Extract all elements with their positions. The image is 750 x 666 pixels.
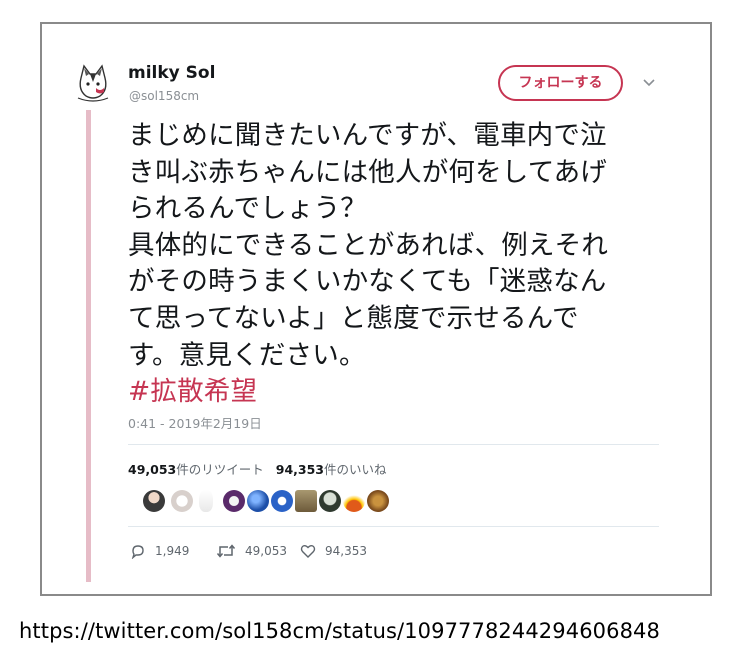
- liker-avatar[interactable]: [223, 490, 245, 512]
- reply-count: 1,949: [155, 544, 190, 558]
- divider: [128, 526, 659, 527]
- reply-button[interactable]: 1,949: [130, 543, 189, 559]
- liker-avatar[interactable]: [367, 490, 389, 512]
- tweet-line: がその時うまくいかなくても「迷惑なん: [128, 266, 607, 298]
- tweet-line: まじめに聞きたいんですが、電車内で泣: [128, 120, 607, 151]
- chevron-down-icon[interactable]: [643, 78, 655, 88]
- divider: [128, 444, 659, 445]
- engagement-stats: 49,053件のリツイート 94,353件のいいね: [128, 459, 387, 478]
- retweet-icon: [216, 544, 236, 558]
- follow-button[interactable]: フォローする: [498, 65, 623, 101]
- user-handle[interactable]: @sol158cm: [129, 89, 199, 103]
- likes-label[interactable]: 件のいいね: [324, 462, 387, 477]
- liker-avatar[interactable]: [343, 490, 365, 512]
- tweet-line: 具体的にできることがあれば、例えそれ: [128, 229, 609, 261]
- liker-avatar[interactable]: [247, 490, 269, 512]
- reply-icon: [131, 545, 144, 559]
- likes-count[interactable]: 94,353: [276, 462, 324, 477]
- liker-avatar[interactable]: [271, 490, 293, 512]
- like-count: 94,353: [325, 544, 367, 558]
- avatar[interactable]: [76, 64, 110, 102]
- like-button[interactable]: 94,353: [300, 543, 367, 559]
- thread-line: [86, 110, 91, 582]
- liker-avatar[interactable]: [295, 490, 317, 512]
- retweets-label[interactable]: 件のリツイート: [176, 462, 264, 477]
- liker-avatar[interactable]: [199, 490, 213, 512]
- cat-avatar-icon: [77, 64, 109, 102]
- liker-avatar[interactable]: [143, 490, 165, 512]
- heart-icon: [300, 545, 316, 558]
- tweet-url[interactable]: https://twitter.com/sol158cm/status/1097…: [19, 619, 660, 643]
- tweet-line: す。意見ください。: [128, 339, 366, 371]
- tweet-line: て思ってないよ」と態度で示せるんで: [128, 302, 579, 334]
- retweet-button[interactable]: 49,053: [216, 543, 287, 559]
- tweet-text: まじめに聞きたいんですが、電車内で泣 き叫ぶ赤ちゃんには他人が何をしてあげ られ…: [128, 118, 658, 411]
- tweet-line: き叫ぶ赤ちゃんには他人が何をしてあげ: [128, 156, 608, 188]
- liker-avatar[interactable]: [171, 490, 193, 512]
- user-display-name[interactable]: milky Sol: [128, 63, 215, 83]
- liker-avatar[interactable]: [319, 490, 341, 512]
- tweet-timestamp[interactable]: 0:41 - 2019年2月19日: [128, 413, 262, 432]
- hashtag-link[interactable]: #拡散希望: [128, 374, 658, 411]
- retweet-count: 49,053: [245, 544, 287, 558]
- tweet-line: られるんでしょう？: [128, 193, 367, 225]
- retweets-count[interactable]: 49,053: [128, 462, 176, 477]
